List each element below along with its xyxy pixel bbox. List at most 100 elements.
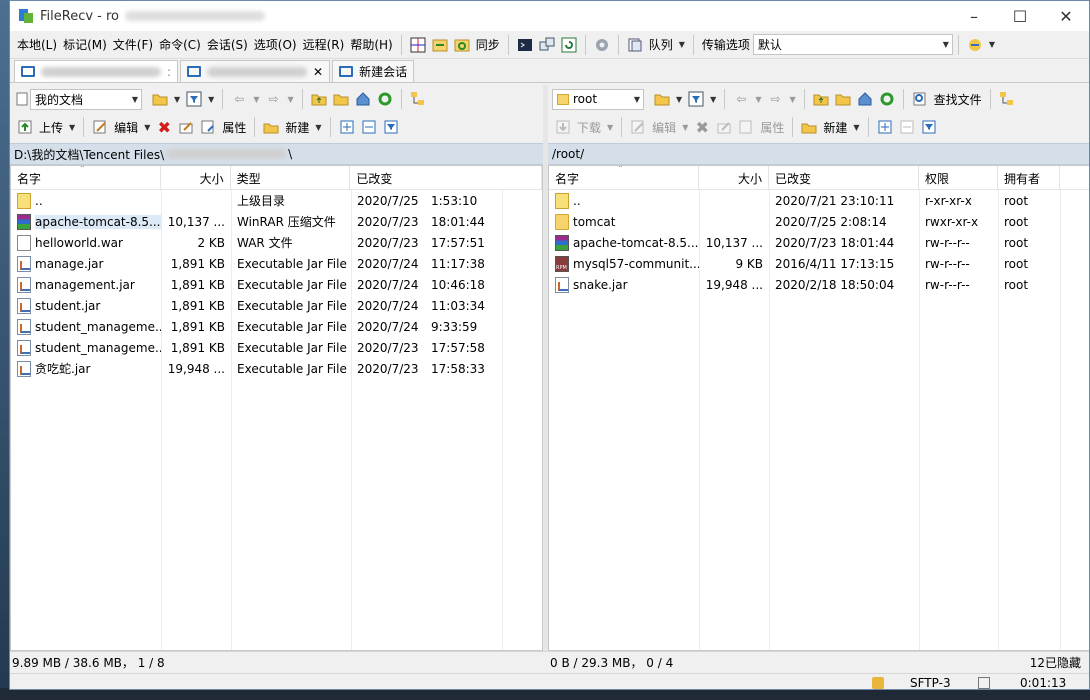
menu-options[interactable]: 选项(O) [251,36,300,53]
queue-dropdown-icon[interactable]: ▼ [679,40,685,49]
filter-select-icon[interactable] [919,117,939,137]
new-icon[interactable] [799,117,819,137]
queue-button[interactable]: 队列 [649,36,673,53]
local-path-bar[interactable]: D:\我的文档\Tencent Files\ \ [10,143,543,165]
tab-new-session[interactable]: 新建会话 [332,60,415,82]
chevron-down-icon[interactable]: ▼ [144,123,150,132]
rename-icon[interactable] [714,117,734,137]
table-row[interactable]: tomcat 2020/7/25 2:08:14 rwxr-xr-x root [549,211,1089,232]
edit-icon[interactable] [90,117,110,137]
col-size[interactable]: 大小 [161,166,231,190]
parent-dir-icon[interactable] [811,89,831,109]
table-row[interactable]: helloworld.war 2 KB WAR 文件 2020/7/23 17:57:5… [11,232,542,253]
open-folder-icon[interactable] [150,89,170,109]
new-icon[interactable] [261,117,281,137]
chevron-down-icon[interactable]: ▼ [253,95,259,104]
new-button[interactable]: 新建 [823,119,847,136]
menu-file[interactable]: 文件(F) [110,36,156,53]
chevron-down-icon[interactable]: ▼ [174,95,180,104]
edit-button[interactable]: 编辑 [652,119,676,136]
parent-dir-icon[interactable] [309,89,329,109]
root-dir-icon[interactable] [833,89,853,109]
find-files-icon[interactable] [910,89,930,109]
remote-file-list[interactable]: ⌃ 名字 大小 已改变 权限 拥有者 .. 2020/7/21 23:10:11 r-… [548,165,1089,651]
chevron-down-icon[interactable]: ▼ [682,123,688,132]
table-row[interactable]: management.jar 1,891 KB Executable Jar Fil… [11,274,542,295]
refresh-icon[interactable] [877,89,897,109]
table-row[interactable]: manage.jar 1,891 KB Executable Jar File 202… [11,253,542,274]
forward-icon[interactable]: ⇨ [263,89,283,109]
chevron-down-icon[interactable]: ▼ [789,95,795,104]
select-all-icon[interactable] [337,117,357,137]
col-owner[interactable]: 拥有者 [998,166,1060,190]
transfer-settings-icon[interactable] [965,35,985,55]
queue-icon[interactable] [625,35,645,55]
table-row[interactable]: mysql57-communit... 9 KB 2016/4/11 17:13:1… [549,253,1089,274]
upload-icon[interactable] [15,117,35,137]
unselect-all-icon[interactable] [897,117,917,137]
table-row[interactable]: 贪吃蛇.jar 19,948 ... Executable Jar File 2020… [11,358,542,379]
filter-select-icon[interactable] [381,117,401,137]
tree-icon[interactable] [408,89,428,109]
console-icon[interactable] [515,35,535,55]
tab-session-2[interactable]: ✕ [180,60,331,82]
maximize-button[interactable]: ☐ [997,1,1043,31]
edit-icon[interactable] [628,117,648,137]
tree-icon[interactable] [997,89,1017,109]
table-row[interactable]: .. 上级目录 2020/7/25 1:53:10 [11,190,542,211]
table-row[interactable]: .. 2020/7/21 23:10:11 r-xr-xr-x root [549,190,1089,211]
minimize-button[interactable]: – [951,1,997,31]
forward-icon[interactable]: ⇨ [765,89,785,109]
filter-icon[interactable] [686,89,706,109]
menu-mark[interactable]: 标记(M) [60,36,110,53]
sync-browse-icon[interactable] [430,35,450,55]
col-name[interactable]: ⌃ 名字 [549,166,699,190]
gear-icon[interactable] [592,35,612,55]
select-all-icon[interactable] [875,117,895,137]
menu-remote[interactable]: 远程(R) [300,36,348,53]
upload-button[interactable]: 上传 [39,119,63,136]
synchronize-button[interactable]: 同步 [476,36,500,53]
open-folder-icon[interactable] [652,89,672,109]
synchronize-icon[interactable] [452,35,472,55]
menu-local[interactable]: 本地(L) [14,36,60,53]
table-row[interactable]: apache-tomcat-8.5.... 10,137 ... 2020/7/23… [549,232,1089,253]
compare-dirs-icon[interactable] [408,35,428,55]
table-row[interactable]: student_manageme... 1,891 KB Executable Ja… [11,337,542,358]
table-row[interactable]: apache-tomcat-8.5.... 10,137 ... WinRAR 压缩… [11,211,542,232]
find-files-button[interactable]: 查找文件 [934,91,982,108]
menu-command[interactable]: 命令(C) [156,36,204,53]
chevron-down-icon[interactable]: ▼ [287,95,293,104]
local-file-list[interactable]: ⌃ 名字 大小 类型 已改变 .. 上级目录 2020/7/25 1:53:10 apac… [10,165,543,651]
rename-icon[interactable] [176,117,196,137]
col-permissions[interactable]: 权限 [919,166,998,190]
new-button[interactable]: 新建 [285,119,309,136]
col-changed[interactable]: 已改变 [769,166,919,190]
chevron-down-icon[interactable]: ▼ [989,40,995,49]
home-icon[interactable] [353,89,373,109]
table-row[interactable]: snake.jar 19,948 ... 2020/2/18 18:50:04 rw-… [549,274,1089,295]
chevron-down-icon[interactable]: ▼ [208,95,214,104]
properties-icon[interactable] [736,117,756,137]
col-size[interactable]: 大小 [699,166,769,190]
back-icon[interactable]: ⇦ [229,89,249,109]
chevron-down-icon[interactable]: ▼ [607,123,613,132]
chevron-down-icon[interactable]: ▼ [755,95,761,104]
table-row[interactable]: student_manageme... 1,891 KB Executable Ja… [11,316,542,337]
local-location-select[interactable]: 我的文档 ▼ [30,88,142,110]
download-icon[interactable] [553,117,573,137]
close-tab-icon[interactable]: ✕ [313,65,323,79]
table-row[interactable]: student.jar 1,891 KB Executable Jar File 20… [11,295,542,316]
filter-icon[interactable] [184,89,204,109]
remote-location-select[interactable]: root ▼ [552,88,644,110]
menu-session[interactable]: 会话(S) [204,36,251,53]
putty-icon[interactable] [537,35,557,55]
properties-icon[interactable] [198,117,218,137]
chevron-down-icon[interactable]: ▼ [69,123,75,132]
edit-button[interactable]: 编辑 [114,119,138,136]
col-changed[interactable]: 已改变 [350,166,542,190]
chevron-down-icon[interactable]: ▼ [853,123,859,132]
delete-icon[interactable]: ✖ [692,117,712,137]
chevron-down-icon[interactable]: ▼ [315,123,321,132]
remote-path-bar[interactable]: /root/ [548,143,1089,165]
